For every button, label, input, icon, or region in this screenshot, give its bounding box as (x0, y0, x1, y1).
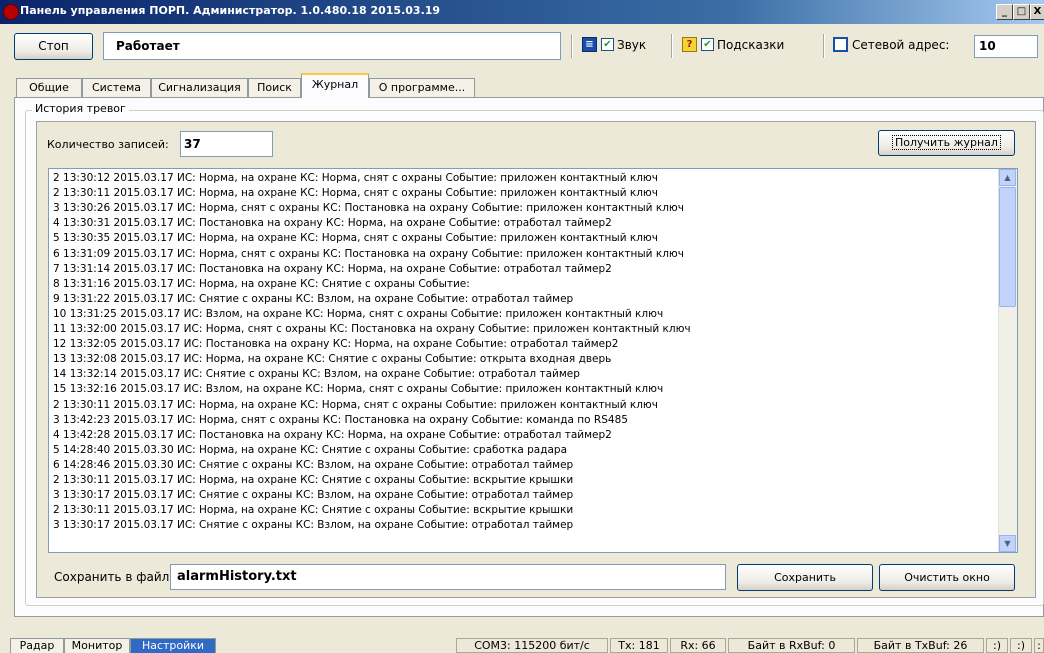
log-line: 5 14:28:40 2015.03.30 ИС: Норма, на охра… (53, 443, 568, 456)
close-button[interactable]: X (1030, 4, 1044, 20)
clear-window-button[interactable]: Очистить окно (879, 564, 1015, 591)
log-line: 3 13:30:17 2015.03.17 ИС: Снятие с охран… (53, 519, 574, 532)
scroll-thumb[interactable] (999, 187, 1016, 307)
log-line: 7 13:31:14 2015.03.17 ИС: Постановка на … (53, 262, 612, 275)
log-line: 3 13:30:17 2015.03.17 ИС: Снятие с охран… (53, 489, 574, 502)
network-address-field[interactable]: 10 (974, 35, 1038, 58)
log-line: 4 13:42:28 2015.03.17 ИС: Постановка на … (53, 428, 612, 441)
status-field: Работает (103, 32, 561, 60)
rx-counter: Rx: 66 (670, 638, 726, 653)
title-bar: Панель управления ПОРП. Администратор. 1… (0, 0, 1044, 24)
log-line: 12 13:32:05 2015.03.17 ИС: Постановка на… (53, 338, 619, 351)
log-line: 4 13:30:31 2015.03.17 ИС: Постановка на … (53, 217, 612, 230)
speaker-icon: ≡ (582, 37, 597, 52)
sound-checkbox[interactable]: ✔ (601, 38, 614, 51)
log-line: 13 13:32:08 2015.03.17 ИС: Норма, на охр… (53, 353, 612, 366)
toolbar-separator (823, 34, 825, 58)
bottom-tab-settings[interactable]: Настройки (130, 638, 216, 653)
get-log-button[interactable]: Получить журнал (878, 130, 1015, 156)
scroll-up-button[interactable]: ▲ (999, 169, 1016, 186)
sound-label: Звук (617, 38, 647, 52)
count-field[interactable]: 37 (180, 131, 273, 157)
bottom-tab-radar[interactable]: Радар (10, 638, 64, 653)
log-line: 11 13:32:00 2015.03.17 ИС: Норма, снят с… (53, 323, 691, 335)
log-line: 6 14:28:46 2015.03.30 ИС: Снятие с охран… (53, 458, 574, 471)
tx-counter: Tx: 181 (610, 638, 668, 653)
log-line: 10 13:31:25 2015.03.17 ИС: Взлом, на охр… (53, 307, 664, 320)
txbuf-counter: Байт в TxBuf: 26 (857, 638, 984, 653)
log-line: 3 13:30:26 2015.03.17 ИС: Норма, снят с … (53, 202, 684, 215)
group-title: История тревог (32, 102, 129, 115)
toolbar-separator (571, 34, 573, 58)
app-icon (3, 4, 19, 20)
rxbuf-counter: Байт в RxBuf: 0 (728, 638, 855, 653)
toolbar-separator (671, 34, 673, 58)
bottom-tab-monitor[interactable]: Монитор (64, 638, 130, 653)
log-area[interactable]: 2 13:30:12 2015.03.17 ИС: Норма, на охра… (48, 168, 1018, 553)
window-title: Панель управления ПОРП. Администратор. 1… (20, 4, 441, 17)
status-indicator: :) (1010, 638, 1032, 653)
scroll-down-button[interactable]: ▼ (999, 535, 1016, 552)
count-label: Количество записей: (47, 138, 169, 151)
tab-journal[interactable]: Журнал (301, 73, 369, 98)
network-address-label: Сетевой адрес: (852, 38, 950, 52)
tab-system[interactable]: Система (82, 78, 151, 97)
status-indicator: :) (986, 638, 1008, 653)
save-to-file-label: Сохранить в файл: (54, 570, 174, 584)
tab-alarm[interactable]: Сигнализация (151, 78, 248, 97)
log-line: 14 13:32:14 2015.03.17 ИС: Снятие с охра… (53, 368, 580, 381)
log-line: 9 13:31:22 2015.03.17 ИС: Снятие с охран… (53, 292, 574, 305)
network-icon (833, 37, 848, 52)
log-line: 5 13:30:35 2015.03.17 ИС: Норма, на охра… (53, 232, 658, 245)
tab-general[interactable]: Общие (16, 78, 82, 97)
tab-search[interactable]: Поиск (248, 78, 301, 97)
file-name-field[interactable]: alarmHistory.txt (170, 564, 726, 590)
tab-about[interactable]: О программе... (369, 78, 475, 97)
log-line: 2 13:30:11 2015.03.17 ИС: Норма, на охра… (53, 474, 574, 486)
status-indicator: : (1034, 638, 1044, 653)
log-line: 3 13:42:23 2015.03.17 ИС: Норма, снят с … (53, 413, 628, 426)
log-line: 2 13:30:12 2015.03.17 ИС: Норма, на охра… (53, 172, 658, 184)
log-line: 2 13:30:11 2015.03.17 ИС: Норма, на охра… (53, 398, 658, 411)
hints-checkbox[interactable]: ✔ (701, 38, 714, 51)
hint-icon: ? (682, 37, 697, 52)
maximize-button[interactable]: □ (1013, 4, 1030, 20)
get-log-label: Получить журнал (892, 135, 1001, 150)
log-line: 2 13:30:11 2015.03.17 ИС: Норма, на охра… (53, 504, 574, 517)
port-status: COM3: 115200 бит/с (456, 638, 608, 653)
log-line: 6 13:31:09 2015.03.17 ИС: Норма, снят с … (53, 247, 684, 260)
stop-button[interactable]: Стоп (14, 33, 93, 60)
log-line: 8 13:31:16 2015.03.17 ИС: Норма, на охра… (53, 277, 470, 290)
log-line: 2 13:30:11 2015.03.17 ИС: Норма, на охра… (53, 187, 658, 200)
save-button[interactable]: Сохранить (737, 564, 873, 591)
minimize-button[interactable]: _ (996, 4, 1013, 20)
hints-label: Подсказки (717, 38, 785, 52)
log-line: 15 13:32:16 2015.03.17 ИС: Взлом, на охр… (53, 383, 664, 396)
